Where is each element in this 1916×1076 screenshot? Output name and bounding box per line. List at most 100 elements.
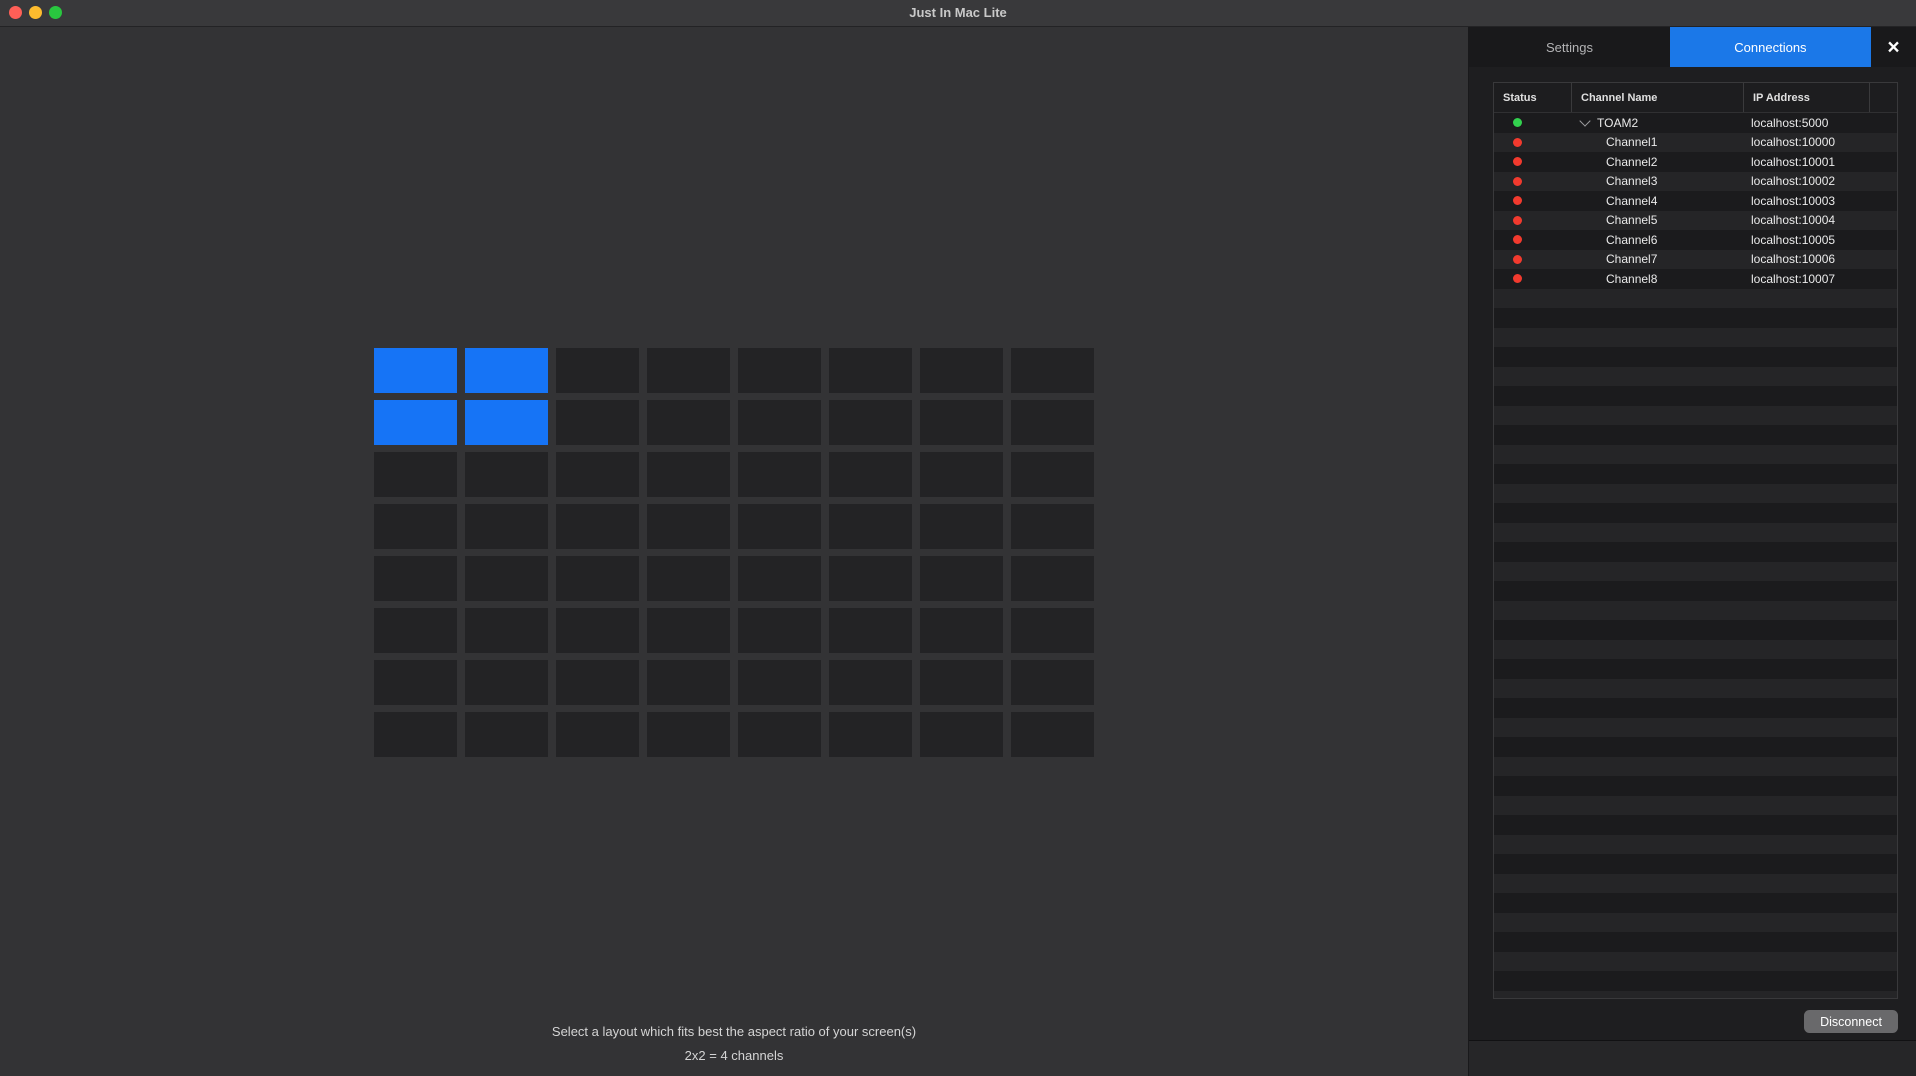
layout-tile[interactable] [738,608,821,653]
layout-tile[interactable] [829,660,912,705]
layout-tile[interactable] [920,452,1003,497]
layout-tile[interactable] [374,504,457,549]
layout-tile[interactable] [920,504,1003,549]
channel-row[interactable]: Channel1localhost:10000 [1494,133,1897,153]
layout-tile[interactable] [556,504,639,549]
layout-tile[interactable] [1011,504,1094,549]
channel-name-cell: Channel3 [1572,174,1744,188]
layout-tile[interactable] [647,452,730,497]
layout-tile[interactable] [738,452,821,497]
layout-tile[interactable] [465,452,548,497]
channel-name-cell: Channel7 [1572,252,1744,266]
channel-row[interactable]: Channel4localhost:10003 [1494,191,1897,211]
status-offline-icon [1513,177,1522,186]
layout-tile[interactable] [829,608,912,653]
layout-tile-selected[interactable] [465,400,548,445]
layout-tile[interactable] [829,712,912,757]
layout-tile[interactable] [374,556,457,601]
layout-tile[interactable] [465,660,548,705]
layout-tile[interactable] [374,660,457,705]
channel-row[interactable]: Channel6localhost:10005 [1494,230,1897,250]
layout-tile[interactable] [738,348,821,393]
tab-settings[interactable]: Settings [1469,27,1670,67]
layout-tile[interactable] [465,608,548,653]
layout-tile[interactable] [920,400,1003,445]
empty-row [1494,581,1897,601]
layout-tile[interactable] [920,712,1003,757]
tab-connections[interactable]: Connections [1670,27,1871,67]
empty-row [1494,562,1897,582]
channel-row[interactable]: Channel8localhost:10007 [1494,269,1897,289]
layout-tile[interactable] [738,504,821,549]
channel-row[interactable]: Channel2localhost:10001 [1494,152,1897,172]
layout-tile[interactable] [556,452,639,497]
status-cell [1494,118,1572,127]
layout-tile[interactable] [738,712,821,757]
layout-tile-selected[interactable] [465,348,548,393]
layout-tile[interactable] [556,608,639,653]
layout-tile[interactable] [738,556,821,601]
layout-tile[interactable] [738,400,821,445]
channel-name: TOAM2 [1597,116,1638,130]
layout-tile[interactable] [1011,400,1094,445]
layout-tile[interactable] [647,400,730,445]
layout-tile[interactable] [920,608,1003,653]
status-cell [1494,196,1572,205]
channel-row[interactable]: TOAM2localhost:5000 [1494,113,1897,133]
layout-tile[interactable] [738,660,821,705]
layout-tile[interactable] [465,504,548,549]
layout-tile[interactable] [1011,348,1094,393]
layout-tile[interactable] [556,400,639,445]
disconnect-button[interactable]: Disconnect [1804,1010,1898,1033]
layout-tile[interactable] [829,504,912,549]
channel-name-cell: Channel2 [1572,155,1744,169]
layout-tile[interactable] [920,556,1003,601]
empty-row [1494,640,1897,660]
layout-tile[interactable] [920,348,1003,393]
layout-tile[interactable] [1011,608,1094,653]
layout-tile[interactable] [465,712,548,757]
channel-table-body: TOAM2localhost:5000Channel1localhost:100… [1494,113,1897,999]
layout-tile[interactable] [647,608,730,653]
channel-name-cell: Channel5 [1572,213,1744,227]
layout-tile[interactable] [920,660,1003,705]
layout-tile[interactable] [1011,660,1094,705]
layout-tile[interactable] [465,556,548,601]
layout-tile[interactable] [829,556,912,601]
layout-tile[interactable] [647,348,730,393]
layout-tile[interactable] [647,504,730,549]
layout-tile[interactable] [1011,556,1094,601]
empty-row [1494,679,1897,699]
status-online-icon [1513,118,1522,127]
layout-tile[interactable] [374,452,457,497]
layout-tile-selected[interactable] [374,348,457,393]
layout-tile-selected[interactable] [374,400,457,445]
status-offline-icon [1513,274,1522,283]
column-header-ip-address[interactable]: IP Address [1744,83,1870,112]
empty-row [1494,367,1897,387]
layout-tile[interactable] [647,556,730,601]
column-header-status[interactable]: Status [1494,83,1572,112]
layout-tile[interactable] [374,712,457,757]
layout-tile[interactable] [647,712,730,757]
layout-tile[interactable] [829,348,912,393]
chevron-down-icon[interactable] [1579,115,1590,126]
channel-row[interactable]: Channel3localhost:10002 [1494,172,1897,192]
layout-tile[interactable] [829,400,912,445]
empty-row [1494,620,1897,640]
column-header-channel-name[interactable]: Channel Name [1572,83,1744,112]
layout-tile[interactable] [647,660,730,705]
empty-row [1494,893,1897,913]
layout-tile[interactable] [1011,712,1094,757]
layout-tile[interactable] [556,556,639,601]
layout-tile[interactable] [556,660,639,705]
layout-tile[interactable] [556,712,639,757]
close-panel-button[interactable]: × [1871,27,1916,67]
layout-tile[interactable] [829,452,912,497]
channel-row[interactable]: Channel5localhost:10004 [1494,211,1897,231]
channel-row[interactable]: Channel7localhost:10006 [1494,250,1897,270]
layout-tile[interactable] [556,348,639,393]
layout-tile[interactable] [374,608,457,653]
status-cell [1494,157,1572,166]
layout-tile[interactable] [1011,452,1094,497]
